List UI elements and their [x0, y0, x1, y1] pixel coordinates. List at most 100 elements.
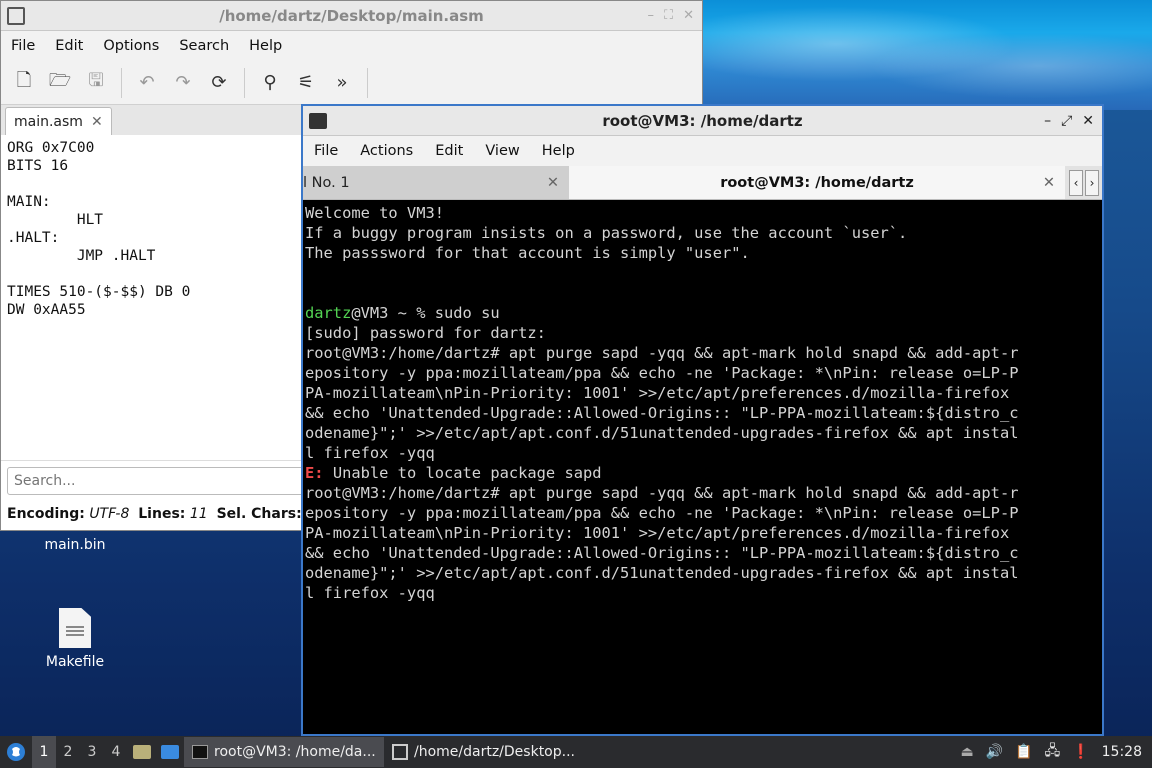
find-replace-icon[interactable]: ⚟ — [291, 68, 321, 98]
desktop-icon-makefile[interactable]: Makefile — [30, 608, 120, 670]
editor-window-controls: – ⛶ ✕ — [647, 8, 694, 23]
task-editor[interactable]: /home/dartz/Desktop... — [384, 737, 584, 767]
menu-search[interactable]: Search — [169, 38, 239, 54]
tab-close-icon[interactable]: ✕ — [1043, 175, 1055, 191]
text-editor-icon — [392, 744, 408, 760]
terminal-line: root@VM3:/home/dartz# apt purge sapd -yq… — [305, 343, 1100, 363]
menu-edit[interactable]: Edit — [424, 143, 474, 159]
redo-icon[interactable]: ↷ — [168, 68, 198, 98]
workspace-2[interactable]: 2 — [56, 736, 80, 768]
menu-file[interactable]: File — [303, 143, 349, 159]
terminal-line: dartz@VM3 ~ % sudo su — [305, 303, 1100, 323]
menu-options[interactable]: Options — [93, 38, 169, 54]
terminal-tabbar: l No. 1 ✕ root@VM3: /home/dartz ✕ ‹ › — [303, 166, 1102, 200]
terminal-tab-1[interactable]: l No. 1 ✕ — [303, 166, 569, 199]
maximize-icon[interactable]: ⛶ — [664, 8, 673, 23]
show-desktop-icon[interactable] — [156, 736, 184, 768]
terminal-line-text: l firefox -yqq — [305, 584, 435, 602]
volume-icon[interactable]: 🔊 — [986, 744, 1003, 760]
menu-actions[interactable]: Actions — [349, 143, 424, 159]
terminal-output[interactable]: Welcome to VM3! If a buggy program insist… — [303, 200, 1102, 606]
menu-help[interactable]: Help — [239, 38, 292, 54]
terminal-tab-label: l No. 1 — [303, 174, 350, 191]
terminal-line-text: root@VM3:/home/dartz# apt purge sapd -yq… — [305, 344, 1019, 362]
terminal-line-text: && echo 'Unattended-Upgrade::Allowed-Ori… — [305, 404, 1019, 422]
editor-toolbar: 🗋 🗁 🖫 ↶ ↷ ⟳ ⚲ ⚟ » — [1, 61, 702, 105]
workspace-1[interactable]: 1 — [32, 736, 56, 768]
tab-close-icon[interactable]: ✕ — [91, 114, 103, 130]
new-file-icon[interactable]: 🗋 — [9, 68, 39, 98]
reload-icon[interactable]: ⟳ — [204, 68, 234, 98]
tab-close-icon[interactable]: ✕ — [547, 175, 559, 191]
terminal-tab-2[interactable]: root@VM3: /home/dartz ✕ — [569, 166, 1065, 199]
save-icon[interactable]: 🖫 — [81, 68, 111, 98]
file-manager-icon[interactable] — [128, 736, 156, 768]
terminal-line: PA-mozillateam\nPin-Priority: 1001' >>/e… — [305, 523, 1100, 543]
close-icon[interactable]: ✕ — [1082, 113, 1094, 129]
terminal-line-text: PA-mozillateam\nPin-Priority: 1001' >>/e… — [305, 384, 1010, 402]
terminal-line-text: The passsword for that account is simply… — [305, 244, 750, 262]
chevron-left-icon[interactable]: ‹ — [1069, 169, 1083, 196]
toolbar-separator — [121, 67, 122, 98]
terminal-line-text — [305, 284, 314, 302]
undo-icon[interactable]: ↶ — [132, 68, 162, 98]
minimize-icon[interactable]: – — [1044, 113, 1051, 129]
editor-titlebar[interactable]: /home/dartz/Desktop/main.asm – ⛶ ✕ — [1, 1, 702, 31]
lines-value: 11 — [189, 506, 208, 522]
terminal-window: root@VM3: /home/dartz – ⤢ ✕ File Actions… — [301, 104, 1104, 736]
terminal-icon — [192, 745, 208, 759]
workspace-3[interactable]: 3 — [80, 736, 104, 768]
menu-file[interactable]: File — [1, 38, 45, 54]
tab-label: main.asm — [14, 113, 83, 130]
search-input[interactable] — [7, 467, 307, 495]
editor-statusbar: Encoding: UTF-8 Lines: 11 Sel. Chars: 0 … — [7, 506, 335, 522]
terminal-line: epository -y ppa:mozillateam/ppa && echo… — [305, 503, 1100, 523]
close-icon[interactable]: ✕ — [683, 8, 694, 23]
sel-chars-label: Sel. Chars: — [216, 506, 302, 522]
error-marker: E: — [305, 464, 324, 482]
terminal-window-controls: – ⤢ ✕ — [1044, 113, 1094, 129]
menu-help[interactable]: Help — [531, 143, 586, 159]
terminal-line: If a buggy program insists on a password… — [305, 223, 1100, 243]
terminal-menubar: File Actions Edit View Help — [303, 136, 1102, 166]
more-icon[interactable]: » — [327, 68, 357, 98]
task-label: /home/dartz/Desktop... — [414, 744, 575, 760]
terminal-line-text: If a buggy program insists on a password… — [305, 224, 908, 242]
task-label: root@VM3: /home/da... — [214, 744, 376, 760]
network-icon[interactable]: 🖧 — [1045, 740, 1061, 764]
encoding-label: Encoding: — [7, 506, 85, 522]
taskbar: 1 2 3 4 root@VM3: /home/da... /home/dart… — [0, 736, 1152, 768]
start-menu-icon[interactable] — [0, 736, 32, 768]
open-folder-icon[interactable]: 🗁 — [45, 68, 75, 98]
task-terminal[interactable]: root@VM3: /home/da... — [184, 737, 384, 767]
chevron-right-icon[interactable]: › — [1085, 169, 1099, 196]
terminal-line-text: @VM3 ~ % sudo su — [351, 304, 500, 322]
prompt-user: dartz — [305, 304, 352, 322]
minimize-icon[interactable]: – — [647, 8, 654, 23]
terminal-line-text: odename}";' >>/etc/apt/apt.conf.d/51unat… — [305, 424, 1019, 442]
menu-edit[interactable]: Edit — [45, 38, 93, 54]
editor-menubar: File Edit Options Search Help — [1, 31, 702, 61]
terminal-line-text: epository -y ppa:mozillateam/ppa && echo… — [305, 364, 1019, 382]
find-icon[interactable]: ⚲ — [255, 68, 285, 98]
desktop-icon-main-bin[interactable]: main.bin — [30, 537, 120, 553]
terminal-line: l firefox -yqq — [305, 583, 1100, 603]
terminal-line: odename}";' >>/etc/apt/apt.conf.d/51unat… — [305, 423, 1100, 443]
terminal-titlebar[interactable]: root@VM3: /home/dartz – ⤢ ✕ — [303, 106, 1102, 136]
terminal-line: l firefox -yqq — [305, 443, 1100, 463]
clock[interactable]: 15:28 — [1102, 744, 1142, 760]
terminal-line: PA-mozillateam\nPin-Priority: 1001' >>/e… — [305, 383, 1100, 403]
notification-icon[interactable]: ❗ — [1072, 744, 1089, 760]
clipboard-icon[interactable]: 📋 — [1015, 744, 1032, 760]
terminal-line: && echo 'Unattended-Upgrade::Allowed-Ori… — [305, 543, 1100, 563]
menu-view[interactable]: View — [474, 143, 530, 159]
lines-label: Lines: — [138, 506, 186, 522]
tab-main-asm[interactable]: main.asm ✕ — [5, 107, 112, 135]
desktop-icon-label: main.bin — [44, 537, 106, 553]
terminal-line: [sudo] password for dartz: — [305, 323, 1100, 343]
eject-icon[interactable]: ⏏ — [960, 744, 973, 760]
maximize-icon[interactable]: ⤢ — [1061, 113, 1072, 129]
terminal-line — [305, 283, 1100, 303]
toolbar-separator — [244, 67, 245, 98]
workspace-4[interactable]: 4 — [104, 736, 128, 768]
